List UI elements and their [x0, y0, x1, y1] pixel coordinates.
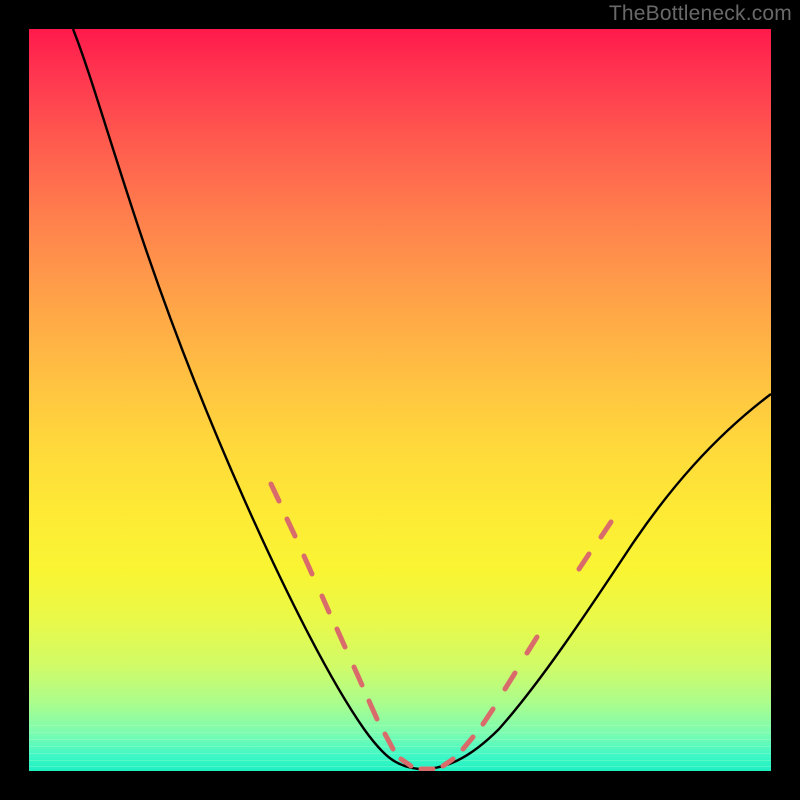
dot-segment: [271, 484, 279, 501]
dot-segment: [354, 667, 362, 685]
dot-segment: [287, 519, 295, 536]
chart-frame: TheBottleneck.com: [0, 0, 800, 800]
dot-segment: [337, 629, 345, 647]
dot-segment: [601, 522, 611, 537]
dot-segment: [385, 734, 393, 749]
dot-segment: [443, 759, 453, 766]
dot-segment: [369, 701, 377, 719]
dot-segment: [304, 556, 312, 574]
dot-segment: [463, 737, 473, 749]
watermark-text: TheBottleneck.com: [609, 2, 792, 26]
curve-svg: [29, 29, 771, 771]
dot-segment: [527, 637, 537, 653]
dot-segment: [505, 673, 515, 689]
highlight-dots-group: [271, 484, 611, 769]
dot-segment: [579, 554, 589, 569]
dot-segment: [322, 596, 329, 612]
dot-segment: [483, 709, 493, 724]
bottleneck-curve: [73, 29, 771, 769]
plot-area: [29, 29, 771, 771]
